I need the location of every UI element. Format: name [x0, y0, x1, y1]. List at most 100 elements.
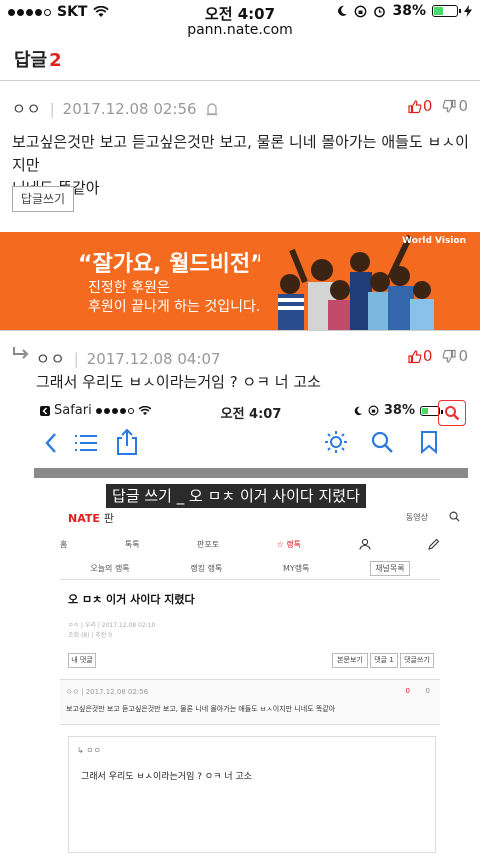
screenshot-battery: 38% [383, 403, 415, 418]
comment-text-line: 보고싶은것만 보고 듣고싶은것만 보고, 물론 니네 몰아가는 애들도 ㅂㅅ이지… [12, 133, 469, 174]
charging-icon [464, 5, 472, 17]
reply-count-button: 댓글 1 [370, 653, 398, 668]
children-photo [260, 232, 480, 330]
downvote-button[interactable]: 0 [442, 97, 468, 115]
my-reply-button: 내 댓글 [68, 653, 96, 668]
video-link: 동영상 [405, 513, 428, 522]
thumbs-down-icon [442, 349, 457, 363]
battery-icon [420, 405, 443, 416]
attached-screenshot[interactable]: Safari 오전 4:07 38% 답글 쓰기 _ 오 ㅁㅊ 이거 사이다 지… [34, 398, 468, 853]
status-bar: SKT 오전 4:07 38% [0, 0, 480, 24]
thumbs-down-icon [442, 99, 457, 113]
reply-meta: ㅇㅇ | 2017.12.08 04:07 [36, 348, 221, 369]
comment-text: 보고싶은것만 보고 듣고싶은것만 보고, 물론 니네 몰아가는 애들도 ㅂㅅ이지… [12, 131, 472, 200]
subnav-item: 오늘의 랭톡 [90, 564, 130, 573]
screenshot-subnav: 오늘의 랭톡 랭킹 랭톡 MY랭톡 채널목록 [60, 558, 440, 580]
replies-header: 답글 2 [14, 46, 62, 72]
article-meta: 조회 (8) | 추천 0 [68, 632, 113, 639]
inner-upvote: 0 [405, 687, 410, 695]
moon-icon [354, 406, 363, 415]
bookmark-icon [421, 431, 437, 454]
list-icon [75, 435, 97, 451]
screenshot-toolbar [34, 426, 468, 460]
comment-date: 2017.12.08 02:56 [62, 99, 197, 118]
write-reply-button: 댓글쓰기 [400, 653, 434, 668]
upvote-button[interactable]: 0 [407, 97, 433, 115]
screenshot-status-bar: Safari 오전 4:07 38% [34, 398, 468, 426]
header-divider [0, 80, 480, 81]
brightness-icon [325, 431, 347, 453]
nav-item: 홈 [60, 539, 68, 549]
inner-reply-text: 그래서 우리도 ㅂㅅ이라는거임 ? ㅇㅋ 너 고소 [81, 772, 252, 782]
banner-title: “잘가요, 월드비전” [78, 252, 265, 277]
article-title: 오 ㅁㅊ 이거 사이다 지렸다 [68, 593, 195, 606]
comment-votes: 0 0 [407, 97, 468, 115]
user-icon [358, 538, 371, 550]
downvote-count: 0 [458, 347, 468, 365]
share-icon [117, 428, 137, 455]
downvote-button[interactable]: 0 [442, 347, 468, 365]
reply-text: 그래서 우리도 ㅂㅅ이라는거임 ? ㅇㅋ 너 고소 [36, 373, 321, 391]
thumbs-up-icon [408, 99, 422, 113]
banner-line: 진정한 후원은 [88, 280, 170, 296]
search-icon [371, 431, 393, 453]
replies-count: 2 [49, 50, 62, 71]
magnifier-icon [438, 400, 466, 426]
downvote-count: 0 [458, 97, 468, 115]
inner-comment-text: 보고싶은것만 보고 듣고싶은것만 보고, 물론 니네 몰아가는 애들도 ㅂㅅ이지… [66, 705, 336, 713]
channel-button: 채널목록 [370, 561, 410, 576]
upvote-button[interactable]: 0 [407, 347, 433, 365]
screenshot-gray-band [34, 468, 468, 478]
reply-date: 2017.12.08 04:07 [86, 349, 221, 368]
edit-icon [428, 538, 440, 550]
alarm-icon [374, 6, 386, 17]
nate-section: 판 [103, 512, 115, 525]
screenshot-page-title: 답글 쓰기 _ 오 ㅁㅊ 이거 사이다 지렸다 [106, 484, 366, 508]
report-icon[interactable] [205, 102, 219, 116]
status-right: 38% [336, 3, 472, 19]
reply-arrow-icon [13, 347, 29, 359]
screenshot-nav: 홈 톡톡 판포토 ☆ 랭톡 [60, 534, 440, 554]
back-chevron-icon [45, 433, 56, 453]
thumbs-up-icon [408, 349, 422, 363]
url-bar[interactable]: pann.nate.com [0, 22, 480, 38]
view-article-button: 본문보기 [332, 653, 368, 668]
inner-reply: ↳ ㅇㅇ 그래서 우리도 ㅂㅅ이라는거임 ? ㅇㅋ 너 고소 [68, 736, 436, 853]
nav-item: ☆ 랭톡 [276, 539, 302, 549]
banner-subtitle: 진정한 후원은 후원이 끝나게 하는 것입니다. [88, 279, 260, 317]
search-icon [449, 511, 460, 522]
replies-label: 답글 [14, 50, 48, 71]
meta-separator: | [73, 349, 79, 368]
inner-comment-meta: ㅇㅇ | 2017.12.08 02:56 [66, 688, 149, 696]
comment-author: ㅇㅇ [12, 100, 42, 118]
comment-text-line: 니네도 똑같아 [12, 179, 100, 197]
reply-votes: 0 0 [407, 347, 468, 365]
moon-icon [338, 5, 348, 16]
nav-item: 판포토 [197, 539, 220, 549]
inner-comment: ㅇㅇ | 2017.12.08 02:56 0 0 보고싶은것만 보고 듣고싶은… [60, 679, 440, 725]
banner-divider [0, 330, 480, 331]
inner-reply-author: ↳ ㅇㅇ [77, 746, 101, 755]
subnav-item: MY랭톡 [283, 564, 310, 573]
inner-reply-author-name: ㅇㅇ [86, 746, 101, 755]
inner-downvote: 0 [425, 687, 430, 695]
screenshot-status-right: 38% [353, 403, 443, 418]
rotation-lock-icon [355, 5, 367, 17]
rotation-lock-icon [368, 405, 379, 416]
nate-logo-text: NATE [68, 512, 100, 525]
nate-logo: NATE 판 [68, 510, 114, 526]
battery-icon [432, 5, 461, 17]
upvote-count: 0 [422, 97, 433, 115]
ad-banner[interactable]: “잘가요, 월드비전” 진정한 후원은 후원이 끝나게 하는 것입니다. Wor… [0, 232, 480, 330]
reply-author: ㅇㅇ [36, 350, 66, 368]
nav-item: 톡톡 [124, 539, 140, 549]
battery-percent: 38% [392, 3, 426, 19]
subnav-item: 랭킹 랭톡 [190, 564, 223, 573]
comment-meta: ㅇㅇ | 2017.12.08 02:56 [12, 98, 219, 119]
article-meta: ㅇㅇ | 우리 | 2017.12.08 02:10 [68, 622, 156, 629]
write-reply-button[interactable]: 답글쓰기 [12, 186, 74, 212]
upvote-count: 0 [422, 347, 433, 365]
meta-separator: | [49, 99, 55, 118]
world-vision-logo: World Vision [402, 236, 466, 246]
banner-line: 후원이 끝나게 하는 것입니다. [88, 299, 261, 315]
